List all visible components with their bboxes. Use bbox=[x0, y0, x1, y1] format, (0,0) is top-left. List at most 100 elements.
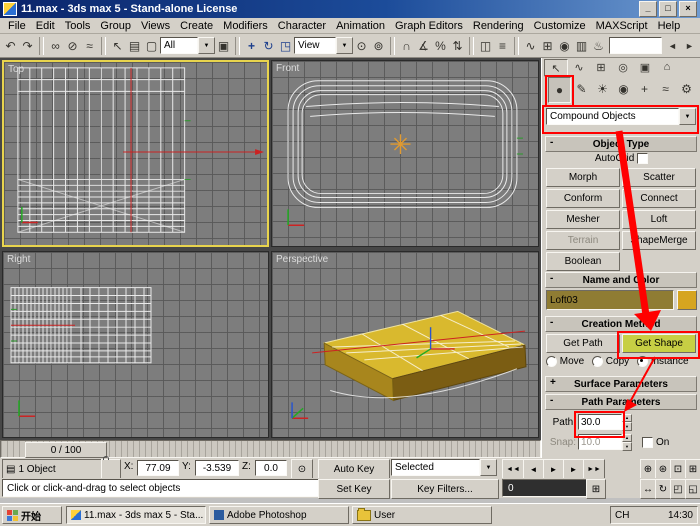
schematic-view-icon[interactable]: ⊞ bbox=[539, 37, 556, 55]
zoom-icon[interactable]: ⊕ bbox=[640, 459, 656, 479]
mesher-button[interactable]: Mesher bbox=[546, 210, 620, 229]
chevron-down-icon[interactable]: ▼ bbox=[480, 459, 497, 476]
snap-spinner[interactable]: ▲ ▼ bbox=[622, 433, 632, 451]
angle-snap-icon[interactable]: ∡ bbox=[415, 37, 432, 55]
named-selection-field[interactable] bbox=[609, 37, 662, 54]
tab-display-icon[interactable]: ▣ bbox=[634, 59, 656, 75]
start-button[interactable]: 开始 bbox=[2, 506, 62, 524]
window-crossing-icon[interactable]: ▣ bbox=[215, 37, 232, 55]
category-shapes-icon[interactable]: ✎ bbox=[571, 77, 592, 101]
timeline-slider[interactable]: 0 / 100 bbox=[25, 442, 107, 458]
render-scene-icon[interactable]: ▥ bbox=[573, 37, 590, 55]
undo-icon[interactable]: ↶ bbox=[2, 37, 19, 55]
spin-down-icon[interactable]: ▼ bbox=[622, 422, 632, 431]
menu-item-animation[interactable]: Animation bbox=[331, 19, 390, 33]
rollout-name-and-color[interactable]: - Name and Color bbox=[545, 272, 697, 288]
x-coordinate-field[interactable]: 77.09 bbox=[137, 460, 179, 476]
viewport-perspective[interactable]: Perspective bbox=[271, 251, 539, 438]
mirror-icon[interactable]: ◫ bbox=[477, 37, 494, 55]
use-center-icon[interactable]: ⊙ bbox=[353, 37, 370, 55]
quick-render-icon[interactable]: ♨ bbox=[590, 37, 607, 55]
menu-item-character[interactable]: Character bbox=[273, 19, 331, 33]
go-to-end-icon[interactable]: ►► bbox=[583, 459, 605, 479]
radio-copy[interactable] bbox=[592, 356, 604, 367]
input-method-indicator[interactable]: CH bbox=[615, 510, 629, 521]
region-select-icon[interactable]: ▢ bbox=[143, 37, 160, 55]
object-color-swatch[interactable] bbox=[677, 290, 697, 310]
pan-icon[interactable]: ↔ bbox=[640, 479, 656, 499]
task-button-photoshop[interactable]: Adobe Photoshop bbox=[209, 506, 349, 524]
region-zoom-icon[interactable]: ◰ bbox=[670, 479, 686, 499]
menu-item-maxscript[interactable]: MAXScript bbox=[591, 19, 653, 33]
set-key-button[interactable]: Set Key bbox=[318, 479, 390, 499]
key-mode-toggle-icon[interactable]: ⊙ bbox=[291, 459, 313, 479]
category-cameras-icon[interactable]: ◉ bbox=[613, 77, 634, 101]
tab-modify-icon[interactable]: ∿ bbox=[568, 59, 590, 75]
task-button-user[interactable]: User bbox=[352, 506, 492, 524]
selection-lock-button[interactable] bbox=[101, 459, 121, 479]
radio-move[interactable] bbox=[546, 356, 557, 367]
menu-item-tools[interactable]: Tools bbox=[60, 19, 96, 33]
bind-to-spacewarp-icon[interactable]: ≈ bbox=[81, 37, 98, 55]
menu-item-views[interactable]: Views bbox=[136, 19, 175, 33]
chevron-down-icon[interactable]: ▼ bbox=[679, 108, 696, 125]
toolbar-scroll-left-icon[interactable]: ◄ bbox=[664, 37, 681, 55]
get-shape-button[interactable]: Get Shape bbox=[622, 334, 696, 353]
autogrid-checkbox[interactable] bbox=[637, 153, 649, 164]
morph-button[interactable]: Morph bbox=[546, 168, 620, 187]
spin-down-icon[interactable]: ▼ bbox=[622, 442, 632, 451]
curve-editor-icon[interactable]: ∿ bbox=[522, 37, 539, 55]
select-and-link-icon[interactable]: ∞ bbox=[47, 37, 64, 55]
select-and-scale-icon[interactable]: ◳ bbox=[277, 37, 294, 55]
select-by-name-icon[interactable]: ▤ bbox=[126, 37, 143, 55]
category-systems-icon[interactable]: ⚙ bbox=[676, 77, 697, 101]
tab-utilities-icon[interactable]: ⌂ bbox=[656, 59, 678, 75]
spin-up-icon[interactable]: ▲ bbox=[622, 433, 632, 442]
rollout-surface-parameters[interactable]: + Surface Parameters bbox=[545, 376, 697, 392]
menu-item-create[interactable]: Create bbox=[175, 19, 218, 33]
select-and-rotate-icon[interactable]: ↻ bbox=[260, 37, 277, 55]
current-frame-field[interactable]: 0 bbox=[502, 479, 589, 497]
category-spacewarps-icon[interactable]: ≈ bbox=[655, 77, 676, 101]
loft-button[interactable]: Loft bbox=[622, 210, 696, 229]
auto-key-button[interactable]: Auto Key bbox=[318, 459, 390, 479]
menu-item-modifiers[interactable]: Modifiers bbox=[218, 19, 273, 33]
select-and-manipulate-icon[interactable]: ⊚ bbox=[370, 37, 387, 55]
path-spinner[interactable]: ▲ ▼ bbox=[622, 413, 632, 431]
y-coordinate-field[interactable]: -3.539 bbox=[195, 460, 239, 476]
zoom-extents-icon[interactable]: ⊡ bbox=[670, 459, 686, 479]
selected-dropdown[interactable]: Selected ▼ bbox=[391, 459, 497, 476]
rollout-object-type[interactable]: - Object Type bbox=[545, 136, 697, 152]
category-helpers-icon[interactable]: + bbox=[634, 77, 655, 101]
snap-on-checkbox[interactable] bbox=[642, 436, 653, 448]
redo-icon[interactable]: ↷ bbox=[19, 37, 36, 55]
scatter-button[interactable]: Scatter bbox=[622, 168, 696, 187]
percent-snap-icon[interactable]: % bbox=[432, 37, 449, 55]
zoom-all-icon[interactable]: ⊛ bbox=[655, 459, 671, 479]
conform-button[interactable]: Conform bbox=[546, 189, 620, 208]
unlink-icon[interactable]: ⊘ bbox=[64, 37, 81, 55]
object-name-field[interactable]: Loft03 bbox=[546, 290, 674, 310]
boolean-button[interactable]: Boolean bbox=[546, 252, 620, 271]
menu-item-graph-editors[interactable]: Graph Editors bbox=[390, 19, 468, 33]
viewport-top[interactable]: Top bbox=[2, 60, 269, 247]
minimize-button[interactable]: _ bbox=[639, 1, 657, 17]
tab-hierarchy-icon[interactable]: ⊞ bbox=[590, 59, 612, 75]
minmax-toggle-icon[interactable]: ◱ bbox=[685, 479, 700, 499]
material-editor-icon[interactable]: ◉ bbox=[556, 37, 573, 55]
shapemerge-button[interactable]: ShapeMerge bbox=[622, 231, 696, 250]
align-icon[interactable]: ≡ bbox=[494, 37, 511, 55]
select-and-move-icon[interactable]: + bbox=[243, 37, 260, 55]
menu-item-group[interactable]: Group bbox=[95, 19, 136, 33]
terrain-button[interactable]: Terrain bbox=[546, 231, 620, 250]
zoom-extents-all-icon[interactable]: ⊞ bbox=[685, 459, 700, 479]
snap-value-field[interactable]: 10.0 bbox=[578, 434, 622, 450]
rollout-creation-method[interactable]: - Creation Method bbox=[545, 316, 697, 332]
connect-button[interactable]: Connect bbox=[622, 189, 696, 208]
previous-frame-icon[interactable]: ◄ bbox=[523, 459, 544, 479]
key-filters-button[interactable]: Key Filters... bbox=[391, 479, 499, 499]
selection-filter-dropdown[interactable]: All ▼ bbox=[160, 37, 215, 54]
chevron-down-icon[interactable]: ▼ bbox=[336, 37, 353, 54]
spinner-snap-icon[interactable]: ⇅ bbox=[449, 37, 466, 55]
go-to-start-icon[interactable]: ◄◄ bbox=[502, 459, 524, 479]
